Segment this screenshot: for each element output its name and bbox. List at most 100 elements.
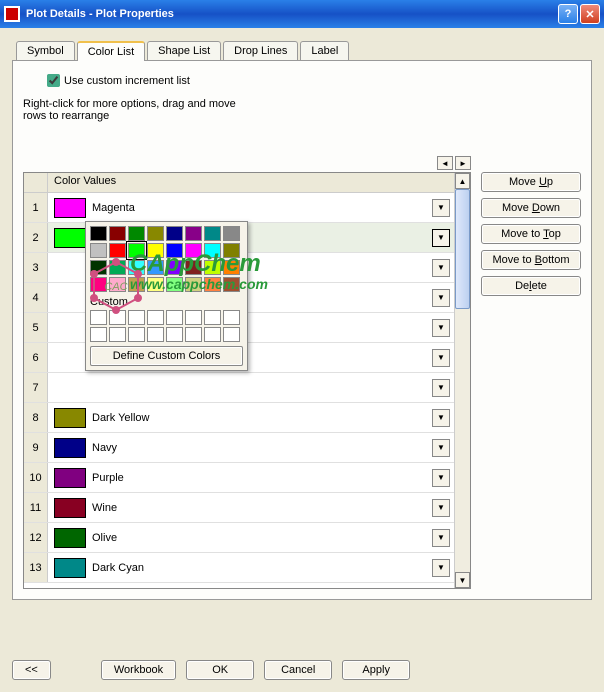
row-dropdown-button[interactable]: ▼ [432,319,450,337]
color-swatch-custom[interactable] [185,310,202,325]
color-swatch-basic[interactable] [223,277,240,292]
row-dropdown-button[interactable]: ▼ [432,259,450,277]
table-row[interactable]: 1Magenta▼ [24,193,454,223]
close-button[interactable]: ✕ [580,4,600,24]
color-swatch-basic[interactable] [90,243,107,258]
color-swatch-custom[interactable] [147,327,164,342]
color-swatch-basic[interactable] [204,226,221,241]
help-button[interactable]: ? [558,4,578,24]
color-swatch [54,318,86,338]
row-dropdown-button[interactable]: ▼ [432,349,450,367]
row-dropdown-button[interactable]: ▼ [432,469,450,487]
color-swatch-basic[interactable] [166,277,183,292]
color-swatch-basic[interactable] [90,277,107,292]
scroll-thumb[interactable] [455,189,470,309]
collapse-button[interactable]: << [12,660,51,680]
move-down-button[interactable]: Move Down [481,198,581,218]
color-swatch-basic[interactable] [204,260,221,275]
grid-vertical-scrollbar[interactable]: ▲ ▼ [454,173,470,588]
col-right-arrow[interactable]: ► [455,156,471,170]
color-swatch-basic[interactable] [147,260,164,275]
color-swatch-basic[interactable] [204,243,221,258]
color-swatch-custom[interactable] [90,327,107,342]
tab-drop-lines[interactable]: Drop Lines [223,41,298,61]
color-swatch-basic[interactable] [185,243,202,258]
color-swatch-basic[interactable] [223,226,240,241]
color-swatch [54,558,86,578]
color-swatch-custom[interactable] [128,310,145,325]
color-swatch-basic[interactable] [109,277,126,292]
color-swatch-basic[interactable] [147,277,164,292]
cancel-button[interactable]: Cancel [264,660,332,680]
row-dropdown-button[interactable]: ▼ [432,199,450,217]
color-swatch-basic[interactable] [147,226,164,241]
color-swatch-basic[interactable] [90,226,107,241]
table-row[interactable]: 7▼ [24,373,454,403]
col-left-arrow[interactable]: ◄ [437,156,453,170]
color-swatch-basic[interactable] [109,260,126,275]
move-to-top-button[interactable]: Move to Top [481,224,581,244]
color-swatch-basic[interactable] [166,243,183,258]
tab-label[interactable]: Label [300,41,349,61]
color-swatch-basic[interactable] [204,277,221,292]
row-dropdown-button[interactable]: ▼ [432,499,450,517]
table-row[interactable]: 9Navy▼ [24,433,454,463]
row-dropdown-button[interactable]: ▼ [432,529,450,547]
row-dropdown-button[interactable]: ▼ [432,559,450,577]
define-custom-colors-button[interactable]: Define Custom Colors [90,346,243,366]
apply-button[interactable]: Apply [342,660,410,680]
table-row[interactable]: 13Dark Cyan▼ [24,553,454,583]
tab-shape-list[interactable]: Shape List [147,41,221,61]
color-swatch-custom[interactable] [166,327,183,342]
color-swatch-basic[interactable] [185,277,202,292]
ok-button[interactable]: OK [186,660,254,680]
row-dropdown-button[interactable]: ▼ [432,229,450,247]
color-swatch-basic[interactable] [223,243,240,258]
column-header-color-values[interactable]: Color Values [48,173,454,192]
tab-color-list[interactable]: Color List [77,41,145,61]
color-swatch-basic[interactable] [109,226,126,241]
row-dropdown-button[interactable]: ▼ [432,379,450,397]
scroll-up-arrow[interactable]: ▲ [455,173,470,189]
move-up-button[interactable]: Move Up [481,172,581,192]
color-swatch-custom[interactable] [90,310,107,325]
color-swatch-basic[interactable] [128,243,145,258]
color-swatch-custom[interactable] [223,310,240,325]
row-dropdown-button[interactable]: ▼ [432,409,450,427]
scroll-down-arrow[interactable]: ▼ [455,572,470,588]
color-swatch-basic[interactable] [128,277,145,292]
color-swatch-basic[interactable] [128,226,145,241]
color-swatch-basic[interactable] [223,260,240,275]
color-swatch-custom[interactable] [109,310,126,325]
use-custom-increment-checkbox[interactable]: Use custom increment list [43,71,581,90]
color-swatch-basic[interactable] [128,260,145,275]
color-swatch-custom[interactable] [109,327,126,342]
color-swatch-custom[interactable] [185,327,202,342]
color-swatch-basic[interactable] [166,260,183,275]
color-swatch-basic[interactable] [90,260,107,275]
table-row[interactable]: 12Olive▼ [24,523,454,553]
workbook-button[interactable]: Workbook [101,660,176,680]
scroll-track[interactable] [455,189,470,572]
color-name: Navy [92,442,432,454]
color-swatch-custom[interactable] [204,310,221,325]
color-swatch-custom[interactable] [166,310,183,325]
table-row[interactable]: 11Wine▼ [24,493,454,523]
color-swatch-basic[interactable] [147,243,164,258]
color-swatch-basic[interactable] [185,260,202,275]
use-custom-increment-input[interactable] [47,74,60,87]
table-row[interactable]: 8Dark Yellow▼ [24,403,454,433]
tab-symbol[interactable]: Symbol [16,41,75,61]
color-swatch-basic[interactable] [109,243,126,258]
row-dropdown-button[interactable]: ▼ [432,289,450,307]
color-swatch-custom[interactable] [204,327,221,342]
color-swatch-basic[interactable] [185,226,202,241]
move-to-bottom-button[interactable]: Move to Bottom [481,250,581,270]
color-swatch-basic[interactable] [166,226,183,241]
delete-button[interactable]: Delete [481,276,581,296]
table-row[interactable]: 10Purple▼ [24,463,454,493]
color-swatch-custom[interactable] [128,327,145,342]
color-swatch-custom[interactable] [147,310,164,325]
color-swatch-custom[interactable] [223,327,240,342]
row-dropdown-button[interactable]: ▼ [432,439,450,457]
